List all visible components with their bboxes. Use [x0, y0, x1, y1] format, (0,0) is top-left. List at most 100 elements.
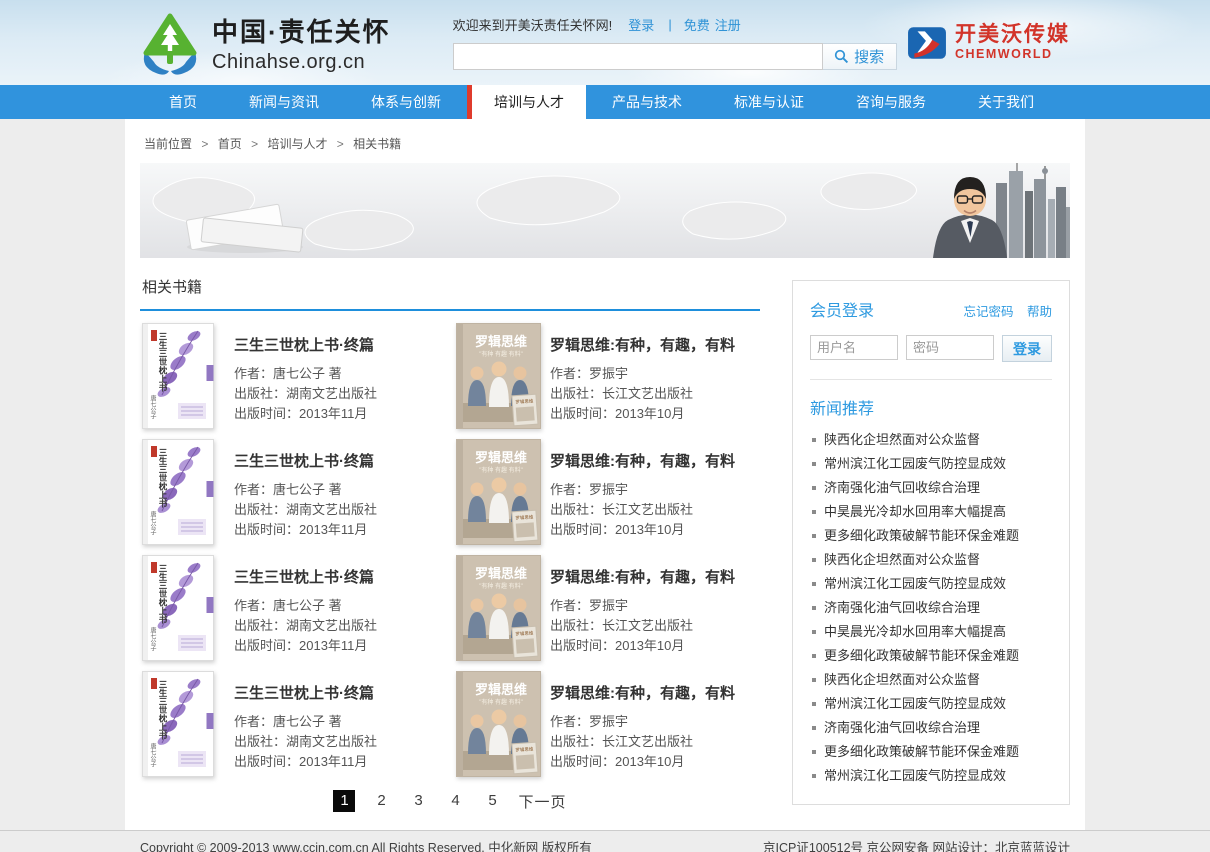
book-cover[interactable]: 三生三世枕上书 唐七公子 罗辑思维 "有种 有趣 有料": [456, 323, 536, 429]
bullet-icon: [812, 702, 816, 706]
book-item: 三生三世枕上书 唐七公子 罗辑思维 "有种 有趣 有料": [456, 439, 760, 545]
book-item: 三生三世枕上书 唐七公子 罗辑思维 "有种 有趣 有料": [140, 555, 456, 661]
bullet-icon: [812, 654, 816, 658]
main-nav: 首页新闻与资讯体系与创新培训与人才产品与技术标准与认证咨询与服务关于我们: [0, 85, 1210, 119]
bullet-icon: [812, 750, 816, 754]
news-item-text: 济南强化油气回收综合治理: [824, 716, 980, 740]
book-cover[interactable]: 三生三世枕上书 唐七公子 罗辑思维 "有种 有趣 有料": [140, 555, 220, 661]
news-item-text: 更多细化政策破解节能环保金难题: [824, 644, 1019, 668]
svg-text:三生三世枕上书: 三生三世枕上书: [158, 332, 168, 392]
news-item[interactable]: 常州滨江化工园废气防控显成效: [810, 452, 1052, 476]
news-item[interactable]: 中昊晨光冷却水回用率大幅提高: [810, 620, 1052, 644]
username-field[interactable]: [810, 335, 898, 360]
page-button-5[interactable]: 5: [481, 790, 503, 812]
book-cover[interactable]: 三生三世枕上书 唐七公子 罗辑思维 "有种 有趣 有料": [140, 323, 220, 429]
book-author: 作者：罗振宇: [550, 364, 735, 384]
login-link[interactable]: 登录: [628, 15, 654, 34]
news-item[interactable]: 陕西化企坦然面对公众监督: [810, 668, 1052, 692]
news-item-text: 陕西化企坦然面对公众监督: [824, 428, 980, 452]
nav-item-5[interactable]: 标准与认证: [708, 85, 830, 119]
book-publisher: 出版社：湖南文艺出版社: [234, 384, 377, 404]
next-page-button[interactable]: 下一页: [518, 791, 566, 812]
svg-text:三生三世枕上书: 三生三世枕上书: [158, 680, 168, 740]
login-button[interactable]: 登录: [1002, 335, 1052, 362]
news-item[interactable]: 济南强化油气回收综合治理: [810, 596, 1052, 620]
nav-item-6[interactable]: 咨询与服务: [830, 85, 952, 119]
book-cover[interactable]: 三生三世枕上书 唐七公子 罗辑思维 "有种 有趣 有料": [140, 671, 220, 777]
search-button[interactable]: 搜索: [823, 43, 897, 70]
book-date: 出版时间：2013年11月: [234, 636, 377, 656]
register-free-label[interactable]: 免费: [684, 15, 710, 34]
help-link[interactable]: 帮助: [1027, 305, 1052, 319]
bullet-icon: [812, 678, 816, 682]
breadcrumb-home[interactable]: 首页: [218, 137, 242, 151]
news-item[interactable]: 常州滨江化工园废气防控显成效: [810, 764, 1052, 788]
nav-item-0[interactable]: 首页: [143, 85, 223, 119]
nav-item-4[interactable]: 产品与技术: [586, 85, 708, 119]
news-item[interactable]: 济南强化油气回收综合治理: [810, 476, 1052, 500]
book-publisher: 出版社：湖南文艺出版社: [234, 500, 377, 520]
svg-text:罗辑思维: 罗辑思维: [475, 682, 527, 697]
nav-item-1[interactable]: 新闻与资讯: [223, 85, 345, 119]
book-cover[interactable]: 三生三世枕上书 唐七公子 罗辑思维 "有种 有趣 有料": [140, 439, 220, 545]
svg-text:唐七公子: 唐七公子: [149, 626, 156, 651]
book-title[interactable]: 三生三世枕上书·终篇: [234, 450, 377, 471]
search-input[interactable]: [453, 43, 823, 70]
page-button-1[interactable]: 1: [333, 790, 355, 812]
book-publisher: 出版社：湖南文艺出版社: [234, 732, 377, 752]
news-item[interactable]: 中昊晨光冷却水回用率大幅提高: [810, 500, 1052, 524]
banner-image: [140, 163, 1070, 258]
breadcrumb-training[interactable]: 培训与人才: [267, 137, 327, 151]
news-list: 陕西化企坦然面对公众监督 常州滨江化工园废气防控显成效 济南强化油气回收综合治理…: [810, 428, 1052, 788]
book-author: 作者：唐七公子 著: [234, 712, 377, 732]
password-field[interactable]: [906, 335, 994, 360]
news-item[interactable]: 更多细化政策破解节能环保金难题: [810, 524, 1052, 548]
welcome-text: 欢迎来到开美沃责任关怀网!: [453, 15, 613, 34]
news-item[interactable]: 常州滨江化工园废气防控显成效: [810, 692, 1052, 716]
book-date: 出版时间：2013年10月: [550, 520, 735, 540]
book-cover-sansheng-image: 三生三世枕上书 唐七公子: [140, 323, 216, 429]
page-button-2[interactable]: 2: [370, 790, 392, 812]
bullet-icon: [812, 486, 816, 490]
svg-text:"有种 有趣 有料": "有种 有趣 有料": [479, 582, 523, 590]
book-title[interactable]: 三生三世枕上书·终篇: [234, 682, 377, 703]
book-cover[interactable]: 三生三世枕上书 唐七公子 罗辑思维 "有种 有趣 有料": [456, 439, 536, 545]
news-item[interactable]: 陕西化企坦然面对公众监督: [810, 428, 1052, 452]
news-item[interactable]: 济南强化油气回收综合治理: [810, 716, 1052, 740]
nav-item-2[interactable]: 体系与创新: [345, 85, 467, 119]
site-logo[interactable]: 中国·责任关怀 Chinahse.org.cn: [140, 9, 391, 77]
svg-text:"有种 有趣 有料": "有种 有趣 有料": [479, 350, 523, 358]
content-area: 当前位置 > 首页 > 培训与人才 > 相关书籍: [125, 119, 1085, 830]
svg-text:三生三世枕上书: 三生三世枕上书: [158, 448, 168, 508]
bullet-icon: [812, 534, 816, 538]
news-item[interactable]: 更多细化政策破解节能环保金难题: [810, 740, 1052, 764]
breadcrumb-books[interactable]: 相关书籍: [353, 137, 401, 151]
book-title[interactable]: 罗辑思维:有种，有趣，有料: [550, 334, 735, 355]
book-title[interactable]: 三生三世枕上书·终篇: [234, 566, 377, 587]
page: 中国·责任关怀 Chinahse.org.cn 欢迎来到开美沃责任关怀网! 登录…: [0, 0, 1210, 852]
page-button-3[interactable]: 3: [407, 790, 429, 812]
news-recommend-title: 新闻推荐: [810, 395, 1052, 419]
bullet-icon: [812, 438, 816, 442]
news-item[interactable]: 更多细化政策破解节能环保金难题: [810, 644, 1052, 668]
breadcrumb-separator: >: [201, 137, 208, 151]
news-item[interactable]: 常州滨江化工园废气防控显成效: [810, 572, 1052, 596]
book-title[interactable]: 罗辑思维:有种，有趣，有料: [550, 450, 735, 471]
news-item[interactable]: 陕西化企坦然面对公众监督: [810, 548, 1052, 572]
book-cover[interactable]: 三生三世枕上书 唐七公子 罗辑思维 "有种 有趣 有料": [456, 555, 536, 661]
book-title[interactable]: 罗辑思维:有种，有趣，有料: [550, 682, 735, 703]
nav-item-3[interactable]: 培训与人才: [467, 85, 586, 119]
book-publisher: 出版社：长江文艺出版社: [550, 616, 735, 636]
news-item-text: 济南强化油气回收综合治理: [824, 476, 980, 500]
forgot-password-link[interactable]: 忘记密码: [963, 305, 1013, 319]
svg-text:唐七公子: 唐七公子: [149, 742, 156, 767]
chemworld-icon: [907, 26, 947, 60]
news-item-text: 常州滨江化工园废气防控显成效: [824, 572, 1006, 596]
partner-logo[interactable]: 开美沃传媒 CHEMWORLD: [907, 24, 1070, 61]
book-title[interactable]: 三生三世枕上书·终篇: [234, 334, 377, 355]
book-cover[interactable]: 三生三世枕上书 唐七公子 罗辑思维 "有种 有趣 有料": [456, 671, 536, 777]
page-button-4[interactable]: 4: [444, 790, 466, 812]
nav-item-7[interactable]: 关于我们: [952, 85, 1060, 119]
book-title[interactable]: 罗辑思维:有种，有趣，有料: [550, 566, 735, 587]
register-link[interactable]: 注册: [715, 15, 741, 34]
